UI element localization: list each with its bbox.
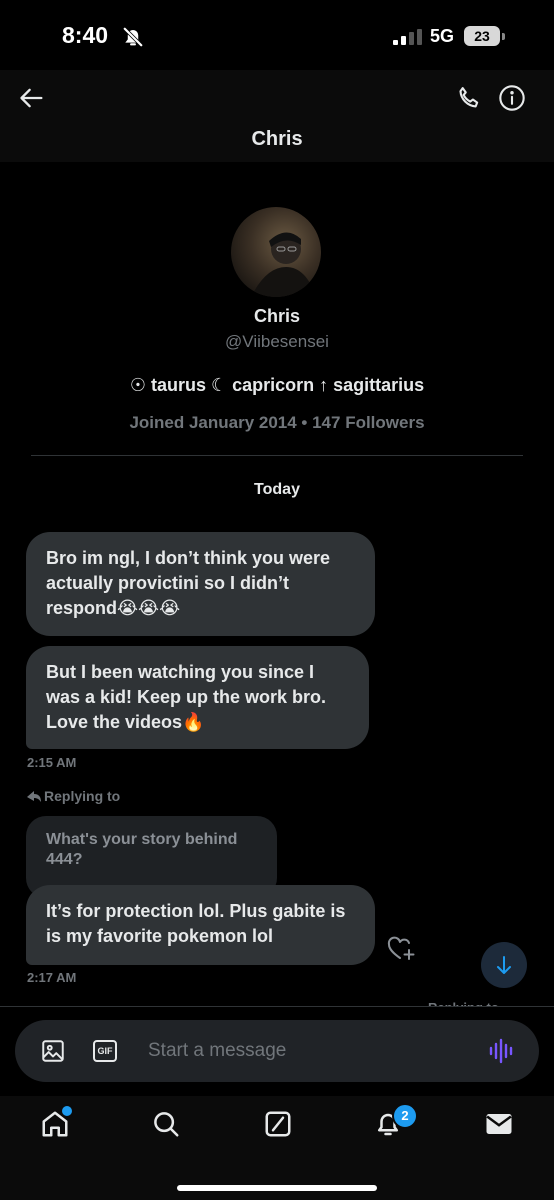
grok-icon[interactable] <box>263 1109 293 1139</box>
avatar[interactable] <box>231 207 321 297</box>
message-bubble[interactable]: Bro im ngl, I don’t think you were actua… <box>26 532 375 636</box>
message-input[interactable] <box>148 1038 448 1064</box>
network-type: 5G <box>430 26 455 46</box>
reply-arrow-icon <box>27 791 41 802</box>
home-indicator <box>177 1185 377 1191</box>
react-heart-plus-icon[interactable] <box>387 936 417 962</box>
message-timestamp: 2:15 AM <box>27 755 77 770</box>
notification-badge: 2 <box>392 1103 418 1129</box>
scroll-to-bottom-button[interactable] <box>481 942 527 988</box>
signal-icon <box>393 29 422 45</box>
gif-icon[interactable]: GIF <box>93 1040 117 1062</box>
battery-nub <box>502 33 505 40</box>
info-icon[interactable] <box>498 84 526 112</box>
replying-to-text: Replying to <box>44 788 121 804</box>
voice-message-icon[interactable] <box>488 1037 516 1065</box>
profile-bio: ☉ taurus ☾ capricorn ↑ sagittarius <box>129 375 425 395</box>
status-time: 8:40 <box>62 22 109 48</box>
phone-call-icon[interactable] <box>455 84 483 112</box>
gif-label: GIF <box>97 1046 113 1056</box>
arrow-down-icon <box>497 956 511 974</box>
message-timestamp: 2:17 AM <box>27 970 77 985</box>
profile-handle: @Viibesensei <box>225 332 329 351</box>
mail-icon[interactable] <box>484 1110 514 1138</box>
battery-indicator: 23 <box>464 26 500 46</box>
profile-name: Chris <box>253 306 300 326</box>
message-bubble[interactable]: But I been watching you since I was a ki… <box>26 646 369 749</box>
back-arrow-icon[interactable] <box>18 84 46 112</box>
image-icon[interactable] <box>40 1038 66 1064</box>
search-icon[interactable] <box>151 1109 181 1139</box>
day-separator: Today <box>254 481 300 498</box>
profile-join-followers: Joined January 2014 • 147 Followers <box>129 413 425 432</box>
divider <box>31 455 523 456</box>
replying-to-label: Replying to <box>26 788 120 804</box>
bell-off-icon <box>122 26 144 48</box>
message-bubble[interactable]: It’s for protection lol. Plus gabite is … <box>26 885 375 965</box>
conversation-title: Chris <box>251 128 303 150</box>
home-unread-dot <box>60 1104 74 1118</box>
